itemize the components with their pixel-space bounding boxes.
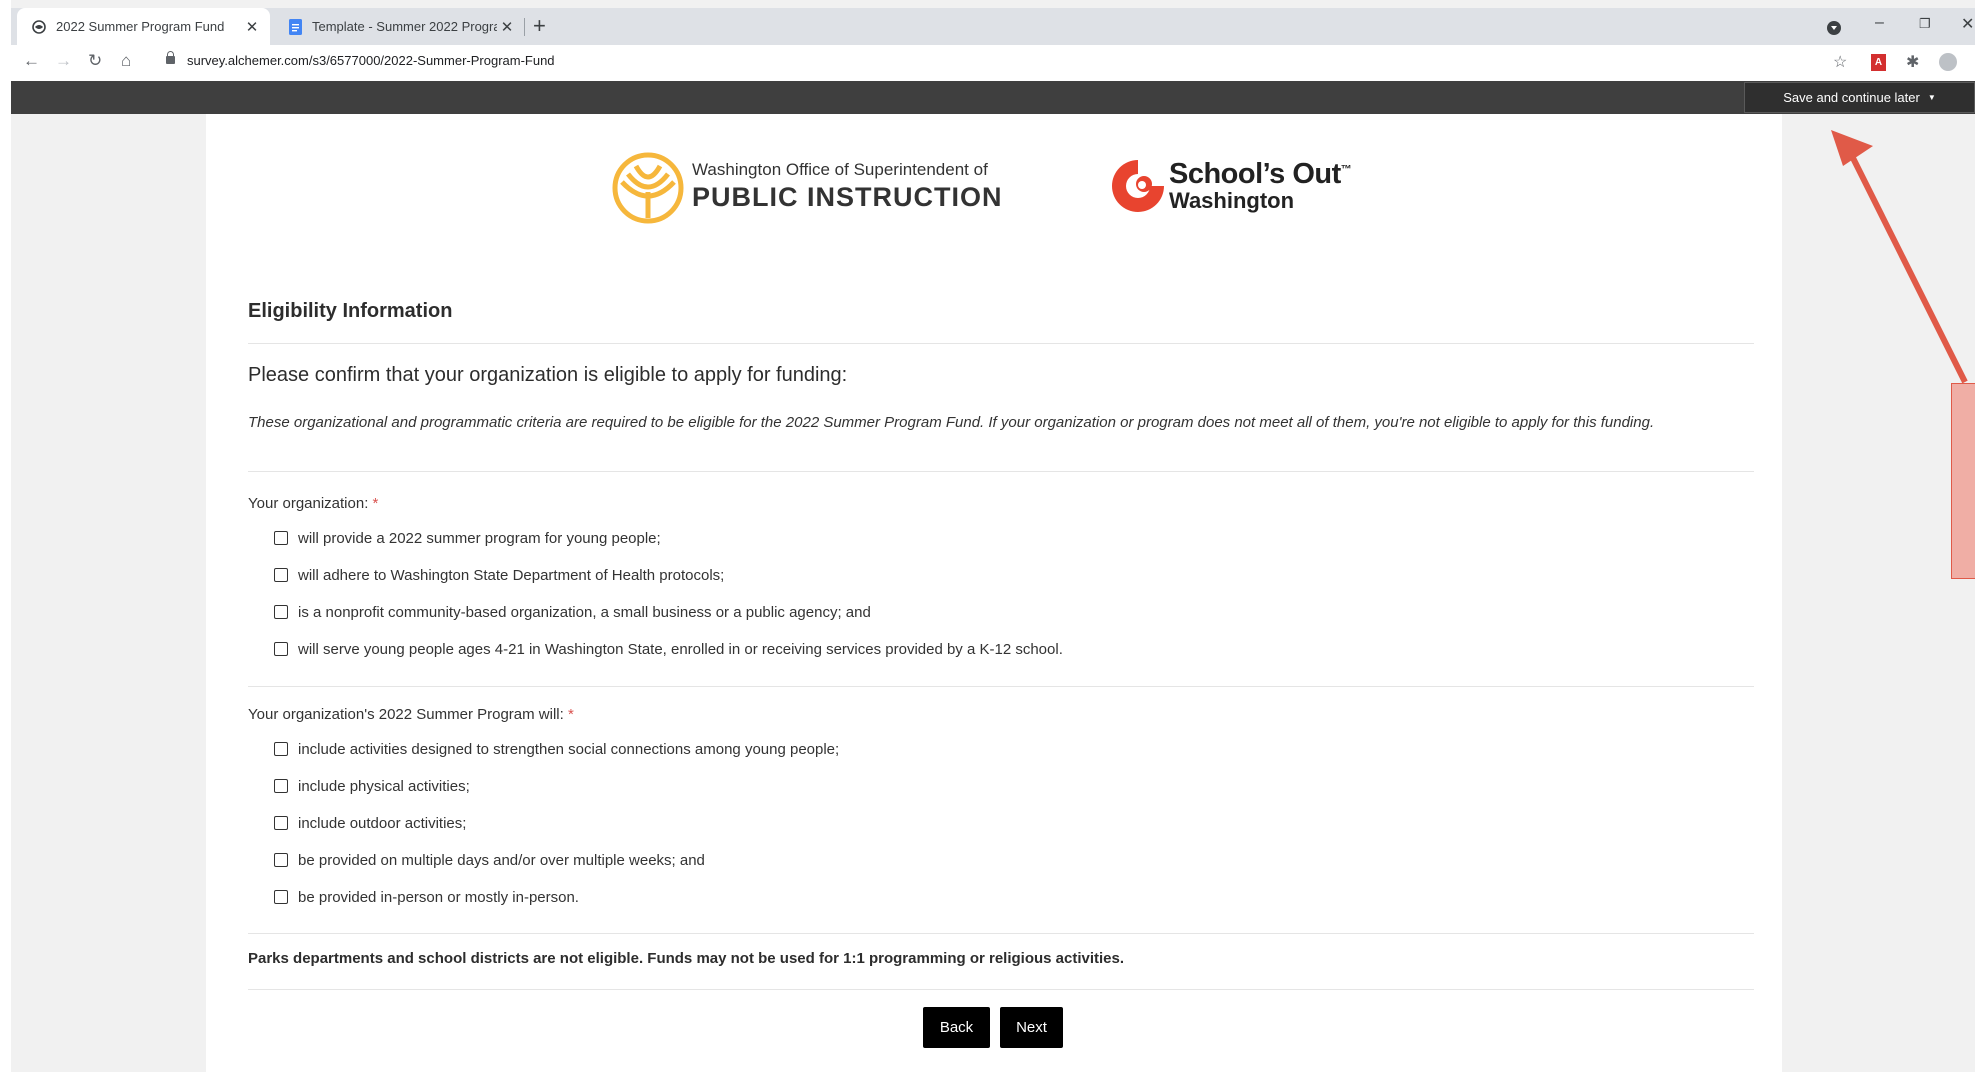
option-label[interactable]: include physical activities; [298,778,470,795]
home-icon[interactable]: ⌂ [121,51,131,71]
question-label-program: Your organization's 2022 Summer Program … [248,706,574,723]
ospi-logo-line1: Washington Office of Superintendent of [692,160,988,179]
required-marker: * [372,495,379,512]
checkbox[interactable] [274,568,288,582]
tab-title: 2022 Summer Program Fund [56,19,225,34]
checkbox-option[interactable]: be provided on multiple days and/or over… [274,849,705,871]
annotation-arrow-icon [1831,130,1968,384]
checkbox[interactable] [274,605,288,619]
checkbox[interactable] [274,531,288,545]
bookmark-star-icon[interactable]: ☆ [1833,52,1847,72]
checkbox[interactable] [274,642,288,656]
minimize-icon[interactable]: – [1875,14,1884,32]
annotation-highlight-box [1951,383,1975,579]
checkbox[interactable] [274,779,288,793]
save-and-continue-later-button[interactable]: Save and continue later ▼ [1744,82,1975,113]
divider [248,989,1754,990]
schools-out-name: School’s Out [1169,158,1341,190]
chrome-media-icon[interactable] [1827,21,1841,35]
checkbox-option[interactable]: will adhere to Washington State Departme… [274,564,724,586]
tab-template[interactable]: Template - Summer 2022 Progra ✕ [273,8,525,45]
option-label[interactable]: be provided on multiple days and/or over… [298,852,705,869]
next-button[interactable]: Next [1000,1007,1063,1048]
checkbox[interactable] [274,816,288,830]
checkbox[interactable] [274,853,288,867]
address-bar-row: ← → ↻ ⌂ survey.alchemer.com/s3/6577000/2… [11,45,1975,81]
tab-separator [524,18,525,36]
question-title: Please confirm that your organization is… [248,364,848,386]
close-icon[interactable]: ✕ [497,18,517,36]
profile-avatar-icon[interactable] [1939,53,1957,71]
divider [248,686,1754,687]
checkbox[interactable] [274,890,288,904]
browser-window: 2022 Summer Program Fund ✕ Template - Su… [11,0,1975,1072]
back-arrow-icon[interactable]: ← [23,51,40,71]
label-text: Your organization: [248,495,369,512]
site-header-bar [11,81,1975,114]
survey-page: Washington Office of Superintendent of P… [206,114,1782,1072]
checkbox-option[interactable]: will provide a 2022 summer program for y… [274,527,661,549]
globe-icon [32,19,46,34]
checkbox[interactable] [274,742,288,756]
url-text[interactable]: survey.alchemer.com/s3/6577000/2022-Summ… [187,53,555,68]
schools-out-logo-line1: School’s Out™ [1169,158,1352,191]
back-button[interactable]: Back [923,1007,990,1048]
pdf-extension-icon[interactable]: A [1871,54,1886,71]
tab-summer-program-fund[interactable]: 2022 Summer Program Fund ✕ [17,8,270,45]
ospi-logo-line2: PUBLIC INSTRUCTION [692,182,1003,212]
option-label[interactable]: will provide a 2022 summer program for y… [298,530,661,547]
ospi-logo-icon [612,152,684,224]
divider [248,933,1754,934]
reload-icon[interactable]: ↻ [88,51,102,71]
checkbox-option[interactable]: include physical activities; [274,775,470,797]
required-marker: * [567,706,574,723]
save-label: Save and continue later [1783,90,1920,105]
option-label[interactable]: will adhere to Washington State Departme… [298,567,724,584]
divider [248,471,1754,472]
checkbox-option[interactable]: will serve young people ages 4-21 in Was… [274,638,1063,660]
extensions-puzzle-icon[interactable]: ✱ [1906,52,1919,72]
option-label[interactable]: include outdoor activities; [298,815,466,832]
tab-title: Template - Summer 2022 Progra [312,19,497,34]
docs-icon [288,18,302,35]
question-label-organization: Your organization: * [248,495,378,512]
divider [248,343,1754,344]
forward-arrow-icon[interactable]: → [55,51,72,71]
checkbox-option[interactable]: be provided in-person or mostly in-perso… [274,886,579,908]
eligibility-disclaimer: Parks departments and school districts a… [248,950,1125,967]
label-text: Your organization's 2022 Summer Program … [248,706,564,723]
intro-text: These organizational and programmatic cr… [248,414,1655,431]
new-tab-button[interactable]: + [533,14,546,38]
lock-icon [166,51,175,64]
checkbox-option[interactable]: include activities designed to strengthe… [274,738,839,760]
close-window-icon[interactable]: ✕ [1961,14,1974,34]
schools-out-logo-icon [1112,160,1164,212]
caret-down-icon: ▼ [1927,93,1936,102]
tab-strip: 2022 Summer Program Fund ✕ Template - Su… [11,8,1975,45]
checkbox-option[interactable]: is a nonprofit community-based organizat… [274,601,871,623]
close-icon[interactable]: ✕ [242,18,262,36]
section-title: Eligibility Information [248,300,453,322]
checkbox-option[interactable]: include outdoor activities; [274,812,466,834]
restore-icon[interactable]: ❐ [1919,16,1931,32]
option-label[interactable]: be provided in-person or mostly in-perso… [298,889,579,906]
option-label[interactable]: will serve young people ages 4-21 in Was… [298,641,1063,658]
trademark: ™ [1340,163,1352,176]
option-label[interactable]: include activities designed to strengthe… [298,741,839,758]
option-label[interactable]: is a nonprofit community-based organizat… [298,604,871,621]
schools-out-logo-line2: Washington [1169,188,1295,213]
